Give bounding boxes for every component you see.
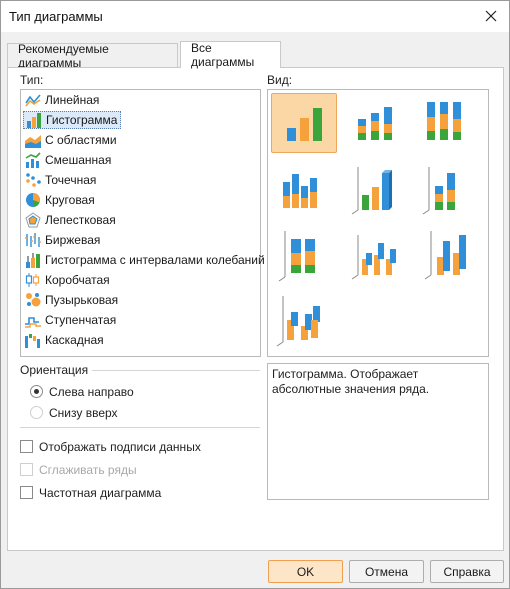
type-item-pie[interactable]: Круговая (23, 191, 98, 209)
checkbox-smooth-series-label: Сглаживать ряды (39, 463, 137, 477)
100-stacked-column-icon (427, 102, 461, 140)
chart-type-dialog: Тип диаграммы Рекомендуемые диаграммы Вс… (0, 0, 510, 589)
type-item-label: С областями (45, 133, 117, 147)
step-chart-icon (25, 317, 41, 328)
bubble-chart-icon (26, 293, 41, 307)
close-button[interactable] (479, 4, 503, 28)
clustered-column-icon (287, 108, 322, 141)
orientation-divider (92, 370, 260, 371)
ok-button[interactable]: OK (268, 560, 343, 583)
stacked-column-icon (358, 107, 392, 140)
range-column-icon (26, 253, 40, 268)
orientation-label: Ориентация (20, 363, 89, 377)
view-100-stacked-column[interactable] (419, 93, 485, 153)
type-item-waterfall[interactable]: Каскадная (23, 331, 107, 349)
checkbox-frequency-chart[interactable] (20, 486, 33, 499)
view-3d-clustered-column[interactable] (346, 160, 412, 220)
tab-strip: Рекомендуемые диаграммы Все диаграммы (7, 41, 503, 70)
stock-chart-icon (25, 233, 41, 247)
type-item-bubble[interactable]: Пузырьковая (23, 291, 121, 309)
title-bar: Тип диаграммы (1, 1, 509, 32)
radio-bottom-up-label: Снизу вверх (49, 406, 118, 420)
type-item-label: Точечная (45, 173, 97, 187)
type-item-label: Пузырьковая (45, 293, 119, 307)
dialog-title: Тип диаграммы (9, 9, 103, 24)
chart-view-gallery[interactable] (267, 89, 489, 357)
type-item-label: Коробчатая (45, 273, 110, 287)
cancel-button[interactable]: Отмена (349, 560, 424, 583)
type-item-label: Гистограмма (46, 113, 118, 127)
3d-column-icon (424, 231, 466, 280)
options-divider (20, 427, 260, 428)
ok-button-label: OK (296, 564, 315, 579)
checkbox-frequency-chart-label: Частотная диаграмма (39, 486, 162, 500)
type-item-label: Ступенчатая (45, 313, 117, 327)
checkbox-show-data-labels-label: Отображать подписи данных (39, 440, 201, 454)
view-3d-column-depth[interactable] (271, 290, 337, 350)
type-item-step[interactable]: Ступенчатая (23, 311, 119, 329)
tab-recommended-charts[interactable]: Рекомендуемые диаграммы (7, 41, 178, 70)
type-item-line[interactable]: Линейная (23, 91, 102, 109)
type-item-column[interactable]: Гистограмма (23, 111, 122, 129)
type-label: Тип: (20, 73, 44, 87)
box-plot-icon (25, 273, 40, 287)
type-item-radar[interactable]: Лепестковая (23, 211, 119, 229)
column-chart-icon (27, 113, 41, 128)
radar-chart-icon (25, 212, 41, 228)
radio-bottom-up (30, 406, 43, 419)
3d-clustered-column-icon (351, 167, 392, 215)
close-icon (485, 10, 497, 22)
waterfall-chart-icon (25, 334, 40, 348)
type-item-area[interactable]: С областями (23, 131, 120, 149)
view-3d-clustered-column-alt[interactable] (346, 225, 412, 285)
view-clustered-column[interactable] (271, 93, 337, 153)
type-item-mixed[interactable]: Смешанная (23, 151, 114, 169)
radio-left-to-right-label: Слева направо (49, 385, 134, 399)
type-item-scatter[interactable]: Точечная (23, 171, 99, 189)
help-button-label: Справка (443, 564, 491, 579)
view-stacked-column-cylinder[interactable] (271, 160, 337, 220)
radio-left-to-right[interactable] (30, 385, 43, 398)
type-item-label: Гистограмма с интервалами колебаний (45, 253, 265, 267)
3d-clustered-column-alt-icon (351, 235, 396, 280)
3d-column-depth-icon (276, 296, 320, 347)
chart-description: Гистограмма. Отображает абсолютные значе… (267, 363, 489, 500)
chart-type-list[interactable]: Линейная Гистограмма С областями Смешанн… (20, 89, 265, 357)
line-chart-icon (25, 94, 41, 107)
view-label: Вид: (267, 73, 293, 87)
tab-label: Рекомендуемые диаграммы (18, 41, 109, 70)
type-item-label: Линейная (45, 93, 100, 107)
mixed-chart-icon (25, 152, 41, 168)
type-item-range-column[interactable]: Гистограмма с интервалами колебаний (23, 251, 268, 269)
tab-label: Все диаграммы (191, 41, 255, 69)
type-item-label: Смешанная (45, 153, 112, 167)
view-3d-100-stacked-column[interactable] (271, 225, 337, 285)
tab-all-charts[interactable]: Все диаграммы (180, 41, 281, 69)
type-item-label: Биржевая (45, 233, 101, 247)
area-chart-icon (25, 135, 41, 148)
pie-chart-icon (26, 193, 40, 207)
type-item-label: Каскадная (45, 333, 104, 347)
checkbox-smooth-series (20, 463, 33, 476)
stacked-column-cylinder-icon (283, 174, 317, 208)
3d-100-stacked-column-icon (278, 231, 315, 282)
help-button[interactable]: Справка (430, 560, 504, 583)
checkbox-show-data-labels[interactable] (20, 440, 33, 453)
scatter-chart-icon (26, 173, 41, 187)
3d-stacked-column-icon (422, 167, 455, 215)
view-3d-stacked-column[interactable] (419, 160, 485, 220)
view-3d-column[interactable] (419, 225, 485, 285)
cancel-button-label: Отмена (364, 564, 409, 579)
type-item-box-plot[interactable]: Коробчатая (23, 271, 113, 289)
tab-panel: Тип: Вид: Линейная Гистограмма С областя… (7, 67, 504, 551)
type-item-label: Лепестковая (45, 213, 116, 227)
type-item-label: Круговая (45, 193, 95, 207)
type-item-stock[interactable]: Биржевая (23, 231, 103, 249)
view-stacked-column[interactable] (346, 93, 412, 153)
